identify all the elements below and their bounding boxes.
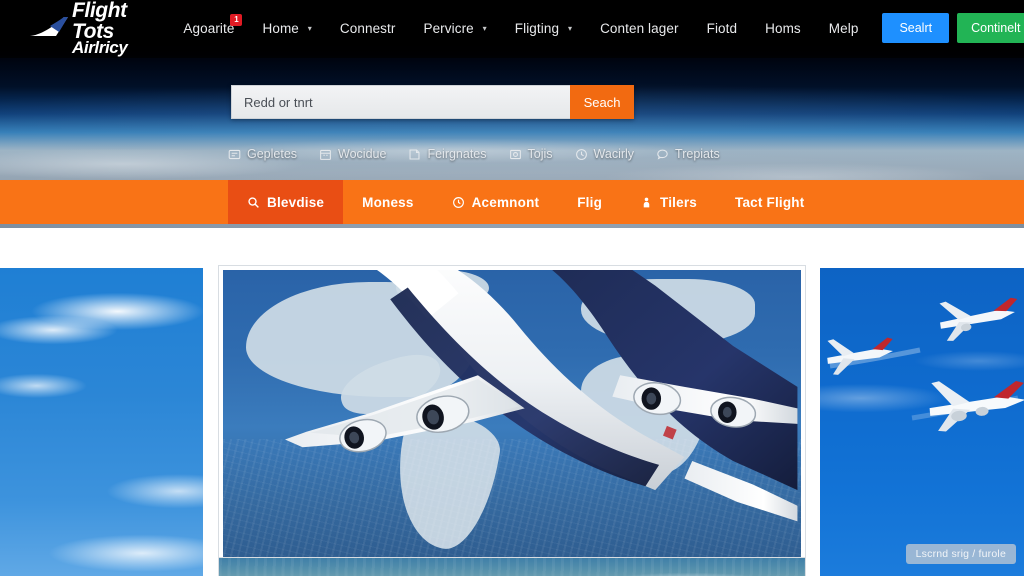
coastline-texture <box>219 558 805 576</box>
quicklink-label: Trepiats <box>675 147 720 161</box>
nav-item-label: Fligting <box>514 20 560 36</box>
nav-item-label: Connestr <box>339 20 396 36</box>
airplane-tail-logo-icon <box>26 15 70 41</box>
nav-item-connestr[interactable]: Connestr <box>326 15 410 42</box>
calendar-icon <box>319 148 332 161</box>
quicklink-label: Gepletes <box>247 147 298 161</box>
nav-item-label: Conten lager <box>600 20 679 36</box>
corner-watermark-label: Lscrnd srig / furole <box>905 544 1016 564</box>
quicklink-label: Wocidue <box>338 147 387 161</box>
header-search-button-label: Sealrt <box>899 21 933 35</box>
orangebar-item-label: Tact Flight <box>735 194 805 210</box>
quicklink-tojis[interactable]: Tojis <box>509 147 553 161</box>
nav-item-homs[interactable]: Homs <box>751 15 815 42</box>
continue-button[interactable]: Continelt ˅ <box>957 13 1024 43</box>
brand-line-1: Flight Tots <box>72 0 127 43</box>
airliner-world-map-image <box>223 270 801 572</box>
photo-icon <box>509 148 522 161</box>
chevron-down-icon: ▾ <box>482 23 487 33</box>
nav-item-agoarite[interactable]: Agoarite 1 <box>169 13 248 42</box>
top-nav-buttons: Sealrt Continelt ˅ <box>882 13 1024 43</box>
brand-text: Flight Tots Airlricy <box>72 0 128 57</box>
nav-item-melp[interactable]: Melp <box>815 15 873 42</box>
search-submit-label: Seach <box>583 94 621 110</box>
orangebar-item-tact-flight[interactable]: Tact Flight <box>716 180 823 224</box>
gallery-card-center[interactable] <box>219 266 805 576</box>
orangebar-item-label: Acemnont <box>471 194 540 210</box>
header-search-button[interactable]: Sealrt <box>882 13 950 43</box>
orangebar-item-blevdise[interactable]: Blevdise <box>228 180 344 224</box>
gallery-card-left[interactable] <box>0 268 203 576</box>
chevron-down-icon: ▾ <box>567 23 573 33</box>
chevron-down-icon: ▾ <box>307 23 312 33</box>
orangebar-item-flig[interactable]: Flig <box>558 180 621 224</box>
search-submit-button[interactable]: Seach <box>570 85 634 119</box>
person-icon <box>640 196 653 209</box>
quicklink-wocidue[interactable]: Wocidue <box>319 147 386 161</box>
search-icon <box>247 196 260 209</box>
brand-line-2: Airlricy <box>72 38 128 57</box>
nav-item-home[interactable]: Home ▾ <box>248 15 325 42</box>
gallery-card-bottom[interactable] <box>219 558 805 576</box>
quicklink-label: Feirgnates <box>427 147 487 161</box>
orangebar-item-tilers[interactable]: Tilers <box>621 180 716 224</box>
tag-icon <box>408 148 421 161</box>
nav-item-fligting[interactable]: Fligting ▾ <box>501 15 586 42</box>
top-navigation-bar: Flight Tots Airlricy Agoarite 1 Home ▾ C… <box>0 0 1024 56</box>
quicklink-label: Tojis <box>527 147 553 161</box>
clock-icon <box>575 148 588 161</box>
nav-item-label: Fiotd <box>706 20 738 36</box>
nav-item-pervicre[interactable]: Pervicre ▾ <box>409 15 500 42</box>
orangebar-item-moness[interactable]: Moness <box>343 180 432 224</box>
secondary-navigation-bar: Blevdise Moness Acemnont Flig Tilers Tac… <box>0 180 1024 224</box>
airplane-illustration <box>223 270 801 572</box>
quicklink-trepiats[interactable]: Trepiats <box>656 147 720 161</box>
orangebar-item-label: Flig <box>577 194 603 210</box>
nav-item-label: Homs <box>765 20 801 36</box>
search-input[interactable] <box>231 85 570 119</box>
orangebar-item-acemnont[interactable]: Acemnont <box>433 180 559 224</box>
brand-logo[interactable]: Flight Tots Airlricy <box>26 0 128 56</box>
nav-item-conten-lager[interactable]: Conten lager <box>586 15 693 42</box>
nav-item-label: Melp <box>828 20 859 36</box>
watermark-text: Lscrnd srig / furole <box>915 548 1006 560</box>
quicklink-feirgnates[interactable]: Feirgnates <box>408 147 487 161</box>
nav-item-label: Home <box>262 20 299 36</box>
orangebar-item-label: Tilers <box>660 194 697 210</box>
quicklink-gepletes[interactable]: Gepletes <box>228 147 297 161</box>
quicklink-label: Wacirly <box>593 147 635 161</box>
gallery-card-right[interactable] <box>820 268 1024 576</box>
continue-button-label: Continelt <box>971 21 1021 35</box>
status-badge: 1 <box>230 13 243 26</box>
orangebar-item-label: Blevdise <box>267 194 325 210</box>
hero-search-bar: Seach <box>231 85 634 119</box>
nav-item-fiotd[interactable]: Fiotd <box>693 15 752 42</box>
chat-bubble-icon <box>656 148 669 161</box>
nav-item-label: Agoarite <box>183 20 235 36</box>
quick-links-row: Gepletes Wocidue Feirgnates Tojis Wacirl… <box>228 142 788 166</box>
quicklink-wacirly[interactable]: Wacirly <box>575 147 635 161</box>
top-nav-links: Agoarite 1 Home ▾ Connestr Pervicre ▾ Fl… <box>169 13 873 42</box>
nav-item-label: Pervicre <box>423 20 474 36</box>
gallery-section <box>0 228 1024 576</box>
clock-icon <box>452 196 465 209</box>
message-icon <box>228 148 241 161</box>
orangebar-item-label: Moness <box>362 194 414 210</box>
three-aircraft-image <box>827 297 1024 432</box>
